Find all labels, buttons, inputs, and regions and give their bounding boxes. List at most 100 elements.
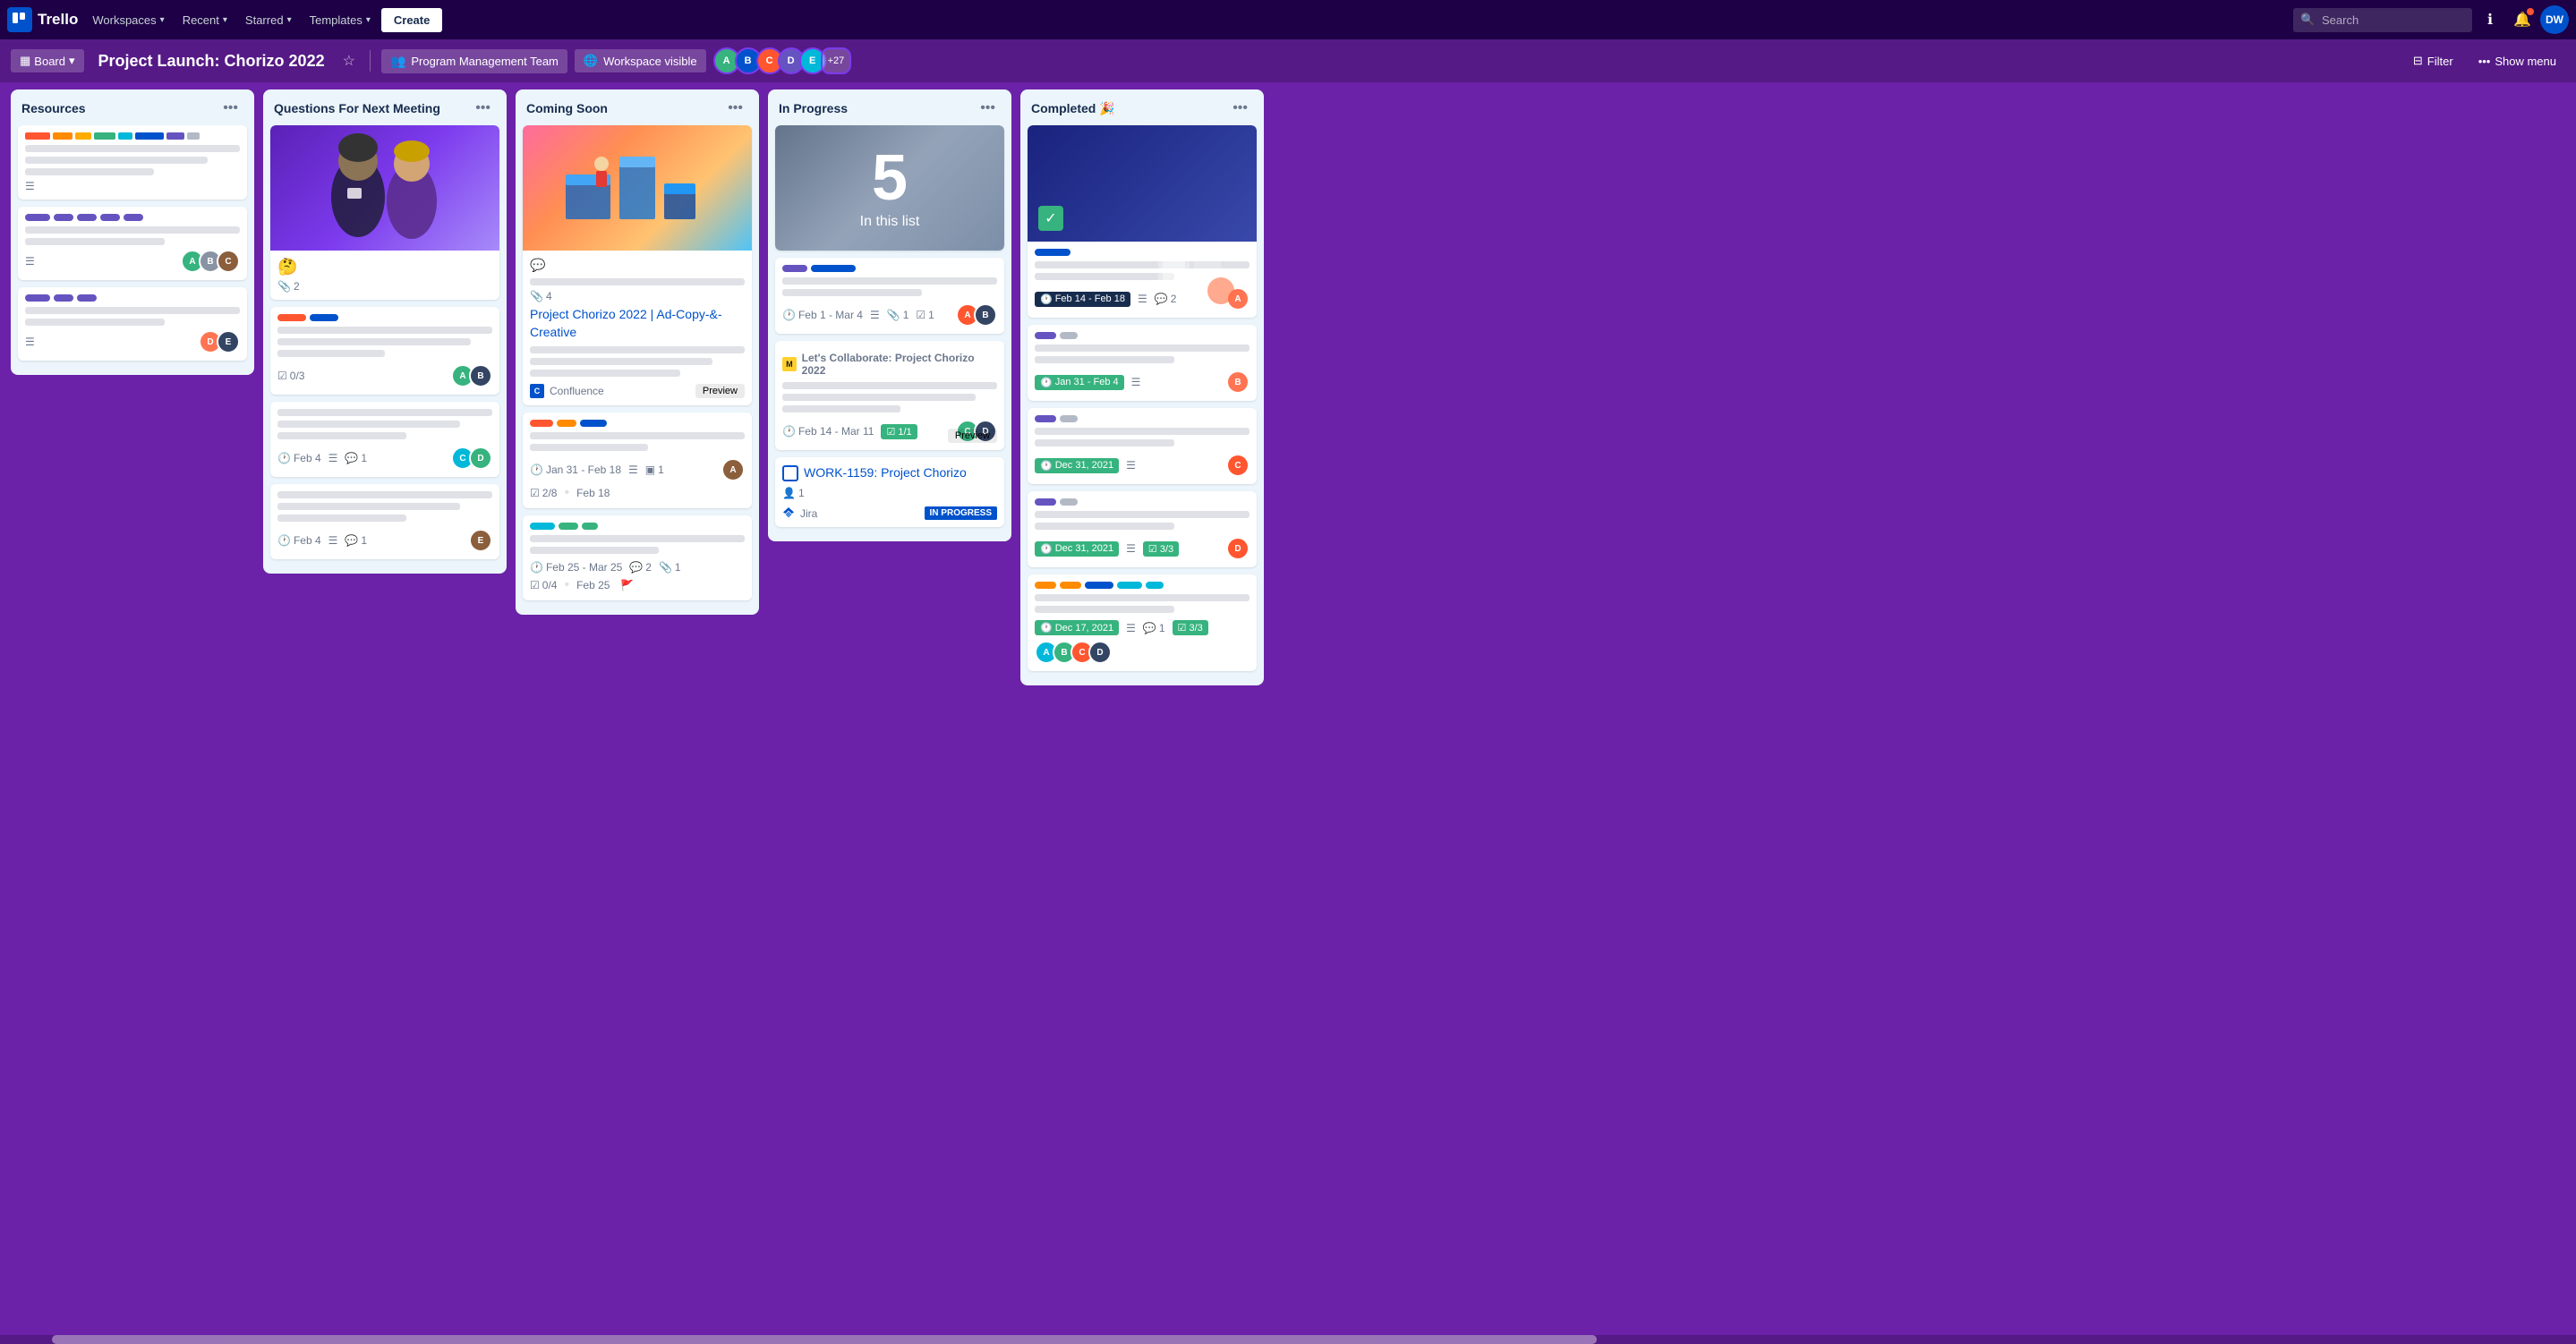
card[interactable]: ☰ D E [18,287,247,361]
card[interactable]: 🕐 Feb 4 ☰ 💬 1 E [270,484,499,559]
card[interactable]: ☰ A B C [18,207,247,280]
separator: • [564,577,569,593]
person-icon: 👤 [782,487,796,499]
clock-icon: 🕐 [277,452,291,464]
card[interactable]: 🕐 Dec 17, 2021 ☰ 💬 1 ☑ 3/3 A B C [1028,574,1257,671]
card-link[interactable]: Project Chorizo 2022 | Ad-Copy-&-Creativ… [530,307,722,339]
label-bar [135,132,164,140]
card[interactable]: 🕐 Feb 25 - Mar 25 💬 2 📎 1 [523,515,752,600]
starred-menu[interactable]: Starred ▾ [238,10,299,30]
label [582,523,598,530]
desc-line [1035,606,1174,613]
column-menu-button[interactable]: ••• [470,98,496,118]
card[interactable]: ✓ [1028,125,1257,318]
templates-menu[interactable]: Templates ▾ [303,10,378,30]
card[interactable]: 🕐 Feb 4 ☰ 💬 1 C D [270,402,499,477]
card-footer: 🕐 Feb 25 - Mar 25 💬 2 📎 1 [530,561,745,574]
card[interactable]: 💬 📎 4 Project Chorizo 2022 | Ad-Copy-&-C… [523,125,752,405]
desc-line [782,289,922,296]
card-avatar: E [469,529,492,552]
clock-icon: 🕐 [1040,460,1053,472]
search-wrap: 🔍 [2293,8,2472,32]
search-input[interactable] [2293,8,2472,32]
scrollbar-thumb[interactable] [52,1335,1598,1344]
notifications-button[interactable]: 🔔 [2508,5,2537,34]
preview-button[interactable]: Preview [948,429,997,443]
card-footer: ☰ A B C [25,250,240,273]
comment-icon: 💬 [530,258,545,273]
card-jira[interactable]: WORK-1159: Project Chorizo 👤 1 [775,457,1004,527]
info-button[interactable]: ℹ [2476,5,2504,34]
card[interactable]: 🤔 📎 2 [270,125,499,300]
card-top-meta: 💬 [530,258,745,273]
date: 🕐 Feb 25 - Mar 25 [530,561,622,574]
card-avatars: D [1226,537,1250,560]
separator [370,50,371,72]
card-icon: ▣ [645,464,655,476]
label [124,214,143,221]
checklist-badge: ☑ 1/1 [881,424,917,439]
clock-icon: 🕐 [782,309,796,321]
desc-line [530,432,745,439]
recent-menu[interactable]: Recent ▾ [175,10,235,30]
show-menu-button[interactable]: ••• Show menu [2469,50,2565,72]
create-button[interactable]: Create [381,8,442,32]
card[interactable]: 🕐 Feb 1 - Mar 4 ☰ 📎 1 ☑ 1 [775,258,1004,334]
column-menu-button[interactable]: ••• [975,98,1001,118]
due-date: Feb 25 [576,579,610,591]
card-footer: 🕐 Feb 4 ☰ 💬 1 E [277,529,492,552]
card-miro[interactable]: M Let's Collaborate: Project Chorizo 202… [775,341,1004,450]
desc-line [530,444,648,451]
date: 🕐 Jan 31 - Feb 18 [530,464,621,476]
desc-line [277,503,460,510]
card[interactable]: 🕐 Jan 31 - Feb 4 ☰ B [1028,325,1257,401]
desc-line [277,350,385,357]
card-avatars: C D [451,447,492,470]
label [1035,415,1056,422]
filter-button[interactable]: ⊟ Filter [2404,49,2462,72]
card-footer: 🕐 Jan 31 - Feb 18 ☰ ▣ 1 A [530,458,745,481]
confluence-integration: C Confluence Preview [530,384,745,398]
label [580,420,607,427]
label [1060,582,1081,589]
team-button[interactable]: 👥 Program Management Team [381,49,567,73]
label [1060,415,1078,422]
card-meta: 🕐 Jan 31 - Feb 4 ☰ [1035,375,1140,390]
card-checklist-row: ☑ 0/4 • Feb 25 🚩 [530,577,745,593]
column-menu-button[interactable]: ••• [1227,98,1253,118]
card-5-in-list[interactable]: 5 In this list [775,125,1004,251]
card[interactable]: 🕐 Dec 31, 2021 ☰ ☑ 3/3 D [1028,491,1257,567]
plus-members-button[interactable]: +27 [821,47,852,74]
card-avatar: B [469,364,492,387]
card-avatars: C [1226,454,1250,477]
card[interactable]: 🕐 Jan 31 - Feb 18 ☰ ▣ 1 A [523,413,752,508]
nav-logo[interactable]: Trello [7,7,78,32]
card-avatar: C [217,250,240,273]
hamburger-icon: ☰ [1126,542,1136,555]
column-questions: Questions For Next Meeting ••• [263,89,507,574]
star-button[interactable]: ☆ [339,48,359,73]
scrollbar-track[interactable] [0,1335,2576,1344]
clock-icon: 🕐 [530,561,543,574]
workspace-visibility-button[interactable]: 🌐 Workspace visible [575,49,706,72]
preview-button[interactable]: Preview [695,384,745,398]
checklist: ☑ 2/8 [530,487,557,499]
workspaces-menu[interactable]: Workspaces ▾ [85,10,171,30]
card-cover: ✓ [1028,125,1257,242]
desc-line [530,346,745,353]
card[interactable]: ☰ [18,125,247,200]
card[interactable]: 🕐 Dec 31, 2021 ☰ C [1028,408,1257,484]
label [1060,332,1078,339]
label-bar [25,132,50,140]
nav-logo-text: Trello [38,11,78,29]
card-avatar: D [1226,537,1250,560]
column-menu-button[interactable]: ••• [722,98,748,118]
chevron-down-icon: ▾ [223,15,227,25]
column-menu-button[interactable]: ••• [218,98,243,118]
card[interactable]: ☑ 0/3 A B [270,307,499,395]
desc-line [530,278,745,285]
filter-icon: ⊟ [2413,54,2423,68]
board-title[interactable]: Project Launch: Chorizo 2022 [91,48,332,74]
user-avatar[interactable]: DW [2540,5,2569,34]
board-view-button[interactable]: ▦ Board ▾ [11,49,84,72]
